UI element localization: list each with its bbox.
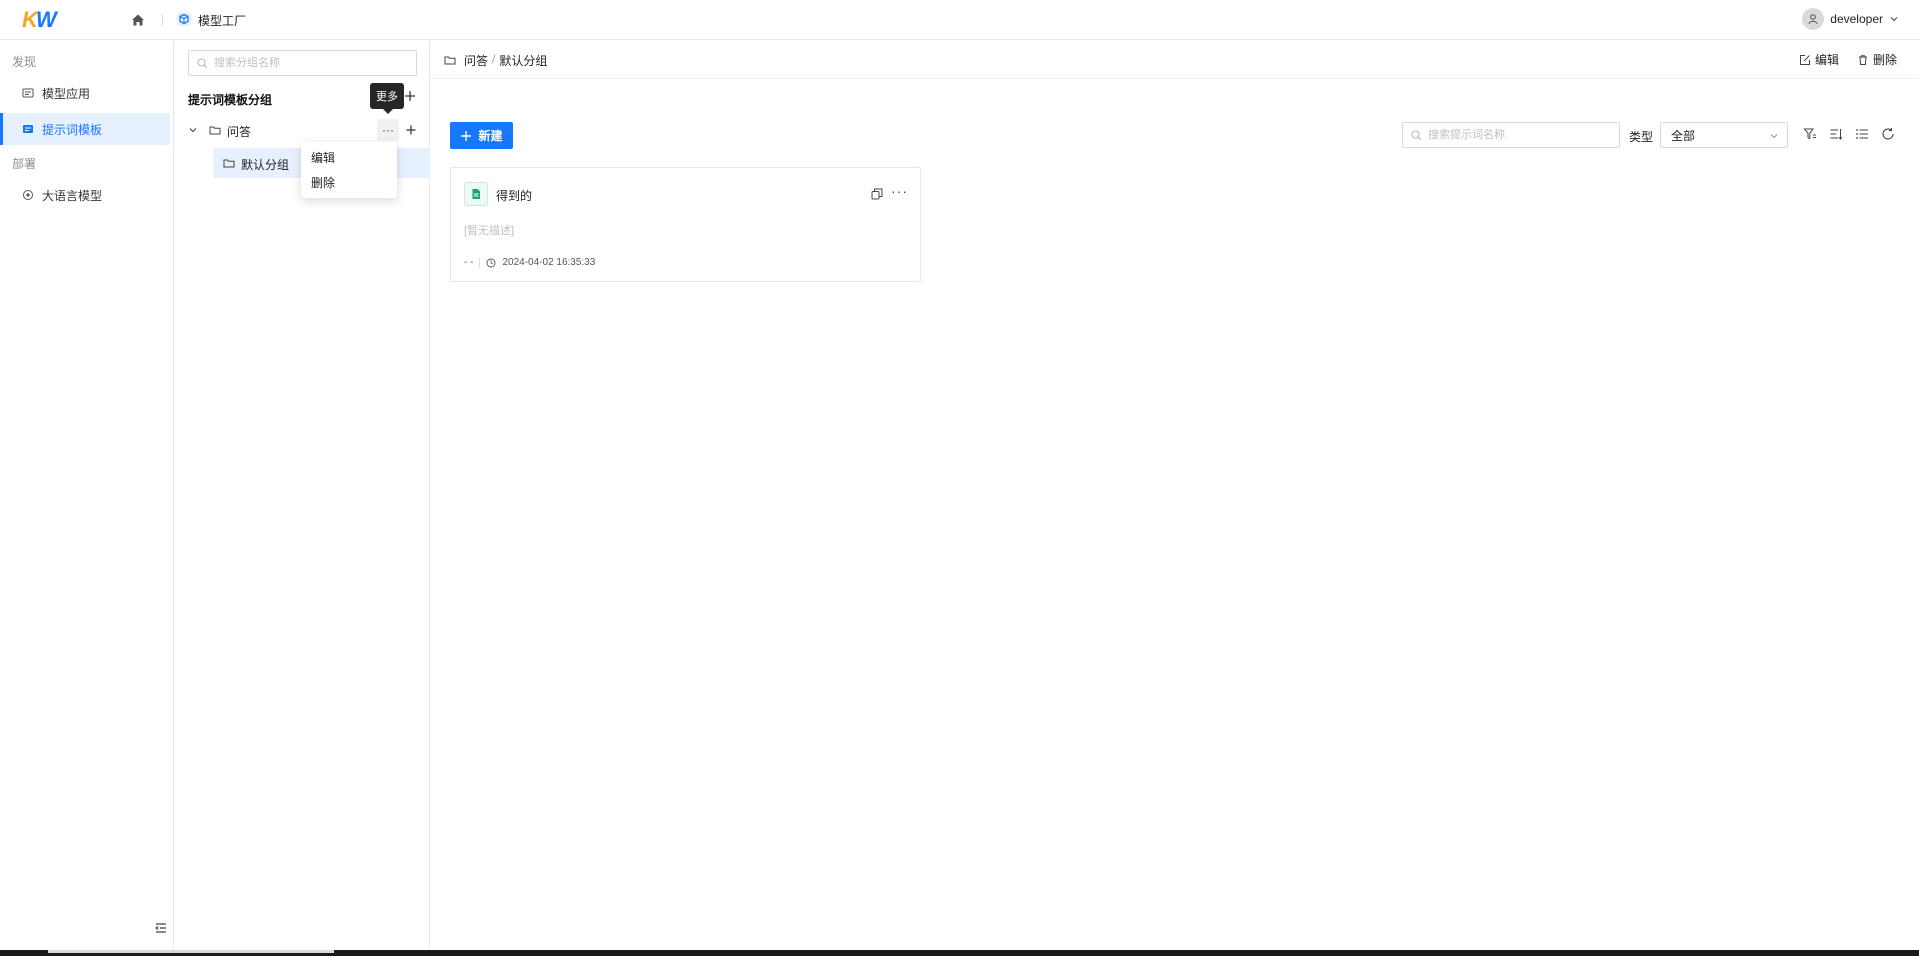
tree-node-qa[interactable]: 问答 ··· (175, 115, 430, 145)
folder-icon (223, 159, 235, 168)
new-prompt-button[interactable]: 新建 (450, 122, 513, 149)
logo-letter-k: K (22, 7, 38, 32)
user-menu[interactable]: developer (1802, 8, 1899, 30)
nav-group-discover: 发现 (12, 55, 37, 69)
folder-icon (209, 126, 221, 135)
bottom-scrollbar[interactable] (0, 950, 1919, 956)
group-search-input[interactable] (214, 57, 394, 69)
sort-icon[interactable] (1829, 127, 1843, 141)
dropdown-item-edit[interactable]: 编辑 (301, 145, 397, 170)
trash-icon (1858, 54, 1867, 65)
filter-icon[interactable] (1803, 127, 1817, 141)
meta-divider (479, 257, 481, 268)
breadcrumb: 问答 / 默认分组 (464, 52, 547, 69)
dropdown-item-delete[interactable]: 删除 (301, 170, 397, 195)
edit-group-label: 编辑 (1814, 53, 1839, 67)
chevron-down-icon (1770, 134, 1778, 139)
prompt-card-title: 得到的 (496, 189, 533, 203)
prompt-card-meta: - - 2024-04-02 16:35:33 (464, 257, 595, 268)
breadcrumb-item[interactable]: 问答 (464, 52, 488, 69)
group-actions: 编辑 删除 (1799, 51, 1897, 68)
more-button[interactable]: ··· (377, 119, 399, 141)
edit-icon (1799, 54, 1810, 65)
prompt-search-input[interactable] (1428, 129, 1608, 141)
add-subgroup-button[interactable] (402, 121, 420, 139)
collapse-sidebar-icon[interactable] (154, 921, 168, 935)
refresh-icon[interactable] (1881, 127, 1895, 141)
nav-item-label: 模型应用 (42, 86, 91, 101)
card-more-icon[interactable]: ··· (891, 183, 908, 199)
nav-group-deploy: 部署 (12, 157, 37, 171)
header-divider (162, 14, 163, 26)
left-navigation: 发现 模型应用 提示词模板 部署 大语言模型 (0, 41, 174, 950)
nav-item-prompt-template[interactable]: 提示词模板 (0, 113, 170, 145)
avatar (1802, 8, 1825, 30)
app-icon (22, 88, 34, 98)
type-filter-label: 类型 (1629, 130, 1654, 144)
chevron-down-icon (1890, 17, 1898, 22)
logo[interactable]: KW (22, 7, 57, 32)
plus-icon (461, 130, 472, 141)
plus-icon (406, 125, 416, 135)
user-name: developer (1830, 12, 1883, 26)
breadcrumb-bar: 问答 / 默认分组 编辑 删除 (431, 41, 1919, 79)
document-icon (464, 182, 488, 206)
tree-node-label: 默认分组 (241, 158, 290, 172)
home-icon[interactable] (130, 12, 146, 28)
user-icon (1808, 14, 1818, 25)
group-search-box[interactable] (188, 50, 417, 76)
tree-node-label: 问答 (227, 125, 252, 139)
nav-item-llm[interactable]: 大语言模型 (0, 179, 170, 211)
nav-item-label: 提示词模板 (42, 122, 103, 137)
delete-group-label: 删除 (1872, 53, 1897, 67)
brain-icon (23, 190, 33, 200)
cube-icon (177, 12, 191, 26)
prompt-card-time: 2024-04-02 16:35:33 (502, 257, 596, 268)
prompt-card-author: - - (464, 257, 474, 268)
add-group-icon[interactable] (403, 89, 417, 103)
chevron-down-icon[interactable] (188, 125, 198, 135)
tooltip-arrow (383, 109, 393, 114)
edit-group-button[interactable]: 编辑 (1799, 51, 1839, 68)
template-icon (23, 125, 33, 133)
breadcrumb-item-current: 默认分组 (499, 54, 548, 68)
list-view-icon[interactable] (1855, 127, 1869, 141)
copy-icon[interactable] (871, 188, 883, 200)
clock-icon (487, 258, 496, 267)
prompt-card-description: [暂无描述] (464, 225, 515, 237)
more-tooltip: 更多 (370, 83, 404, 109)
main-content: 问答 / 默认分组 编辑 删除 新建 类型 全部 (431, 41, 1919, 950)
new-button-label: 新建 (478, 129, 503, 143)
scrollbar-thumb[interactable] (48, 950, 334, 953)
search-icon (197, 57, 208, 68)
breadcrumb-separator: / (492, 52, 496, 66)
group-panel-title: 提示词模板分组 (188, 93, 273, 107)
prompt-card[interactable]: 得到的 ··· [暂无描述] - - 2024-04-02 16:35:33 (450, 167, 921, 282)
delete-group-button[interactable]: 删除 (1857, 51, 1897, 68)
group-more-dropdown: 编辑 删除 (301, 142, 397, 198)
type-filter-value: 全部 (1671, 128, 1696, 143)
search-icon (1411, 129, 1422, 140)
folder-icon (444, 56, 456, 65)
prompt-search-box[interactable] (1402, 122, 1620, 148)
nav-item-label: 大语言模型 (42, 188, 103, 203)
app-title[interactable]: 模型工厂 (198, 12, 246, 29)
logo-letter-w: W (35, 7, 57, 32)
top-bar: KW 模型工厂 developer (0, 0, 1919, 40)
nav-item-model-app[interactable]: 模型应用 (0, 77, 170, 109)
type-filter-select[interactable]: 全部 (1660, 122, 1788, 148)
toolbar-icons (1803, 127, 1895, 141)
